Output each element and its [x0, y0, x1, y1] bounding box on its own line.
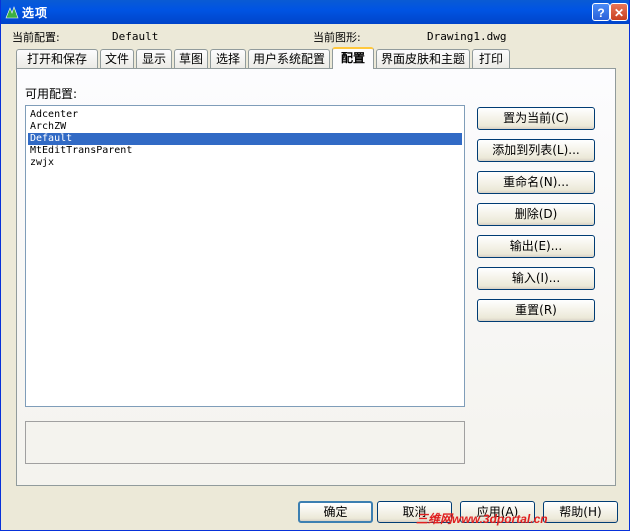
current-profile-value: Default [112, 30, 159, 43]
ok-button[interactable]: 确定 [298, 501, 373, 523]
app-logo-icon [5, 6, 19, 19]
tab-drafting[interactable]: 草图 [174, 49, 208, 68]
help-title-button[interactable]: ? [592, 3, 610, 21]
watermark-text: 三维网www.3dportal.cn [416, 512, 548, 526]
profiles-listbox[interactable]: Adcenter ArchZW Default MtEditTransParen… [25, 105, 465, 407]
list-item[interactable]: ArchZW [28, 121, 462, 133]
help-button[interactable]: 帮助(H) [543, 501, 618, 523]
rename-button[interactable]: 重命名(N)... [477, 171, 595, 194]
tab-display[interactable]: 显示 [136, 49, 172, 68]
title-bar[interactable]: 选项 ? ✕ [0, 0, 630, 24]
list-item[interactable]: Adcenter [28, 109, 462, 121]
tab-files[interactable]: 文件 [100, 49, 134, 68]
tab-selection[interactable]: 选择 [210, 49, 246, 68]
tab-skins-themes[interactable]: 界面皮肤和主题 [376, 49, 470, 68]
tab-profiles[interactable]: 配置 [332, 47, 374, 69]
available-profiles-label: 可用配置: [25, 87, 78, 101]
current-drawing-label: 当前图形: [313, 31, 361, 44]
profile-description-box [25, 421, 465, 464]
import-button[interactable]: 输入(I)... [477, 267, 595, 290]
window-title: 选项 [22, 6, 49, 20]
set-current-button[interactable]: 置为当前(C) [477, 107, 595, 130]
delete-button[interactable]: 删除(D) [477, 203, 595, 226]
options-dialog: 选项 ? ✕ 当前配置: Default 当前图形: Drawing1.dwg … [0, 0, 630, 531]
list-item[interactable]: zwjx [28, 157, 462, 169]
tab-plot[interactable]: 打印 [472, 49, 510, 68]
tab-open-save[interactable]: 打开和保存 [16, 49, 98, 68]
current-profile-label: 当前配置: [12, 31, 60, 44]
close-button[interactable]: ✕ [610, 3, 628, 21]
current-drawing-value: Drawing1.dwg [427, 30, 507, 43]
add-to-list-button[interactable]: 添加到列表(L)... [477, 139, 595, 162]
list-item[interactable]: MtEditTransParent [28, 145, 462, 157]
reset-button[interactable]: 重置(R) [477, 299, 595, 322]
tab-user-preferences[interactable]: 用户系统配置 [248, 49, 330, 68]
export-button[interactable]: 输出(E)... [477, 235, 595, 258]
list-item-selected[interactable]: Default [28, 133, 462, 145]
